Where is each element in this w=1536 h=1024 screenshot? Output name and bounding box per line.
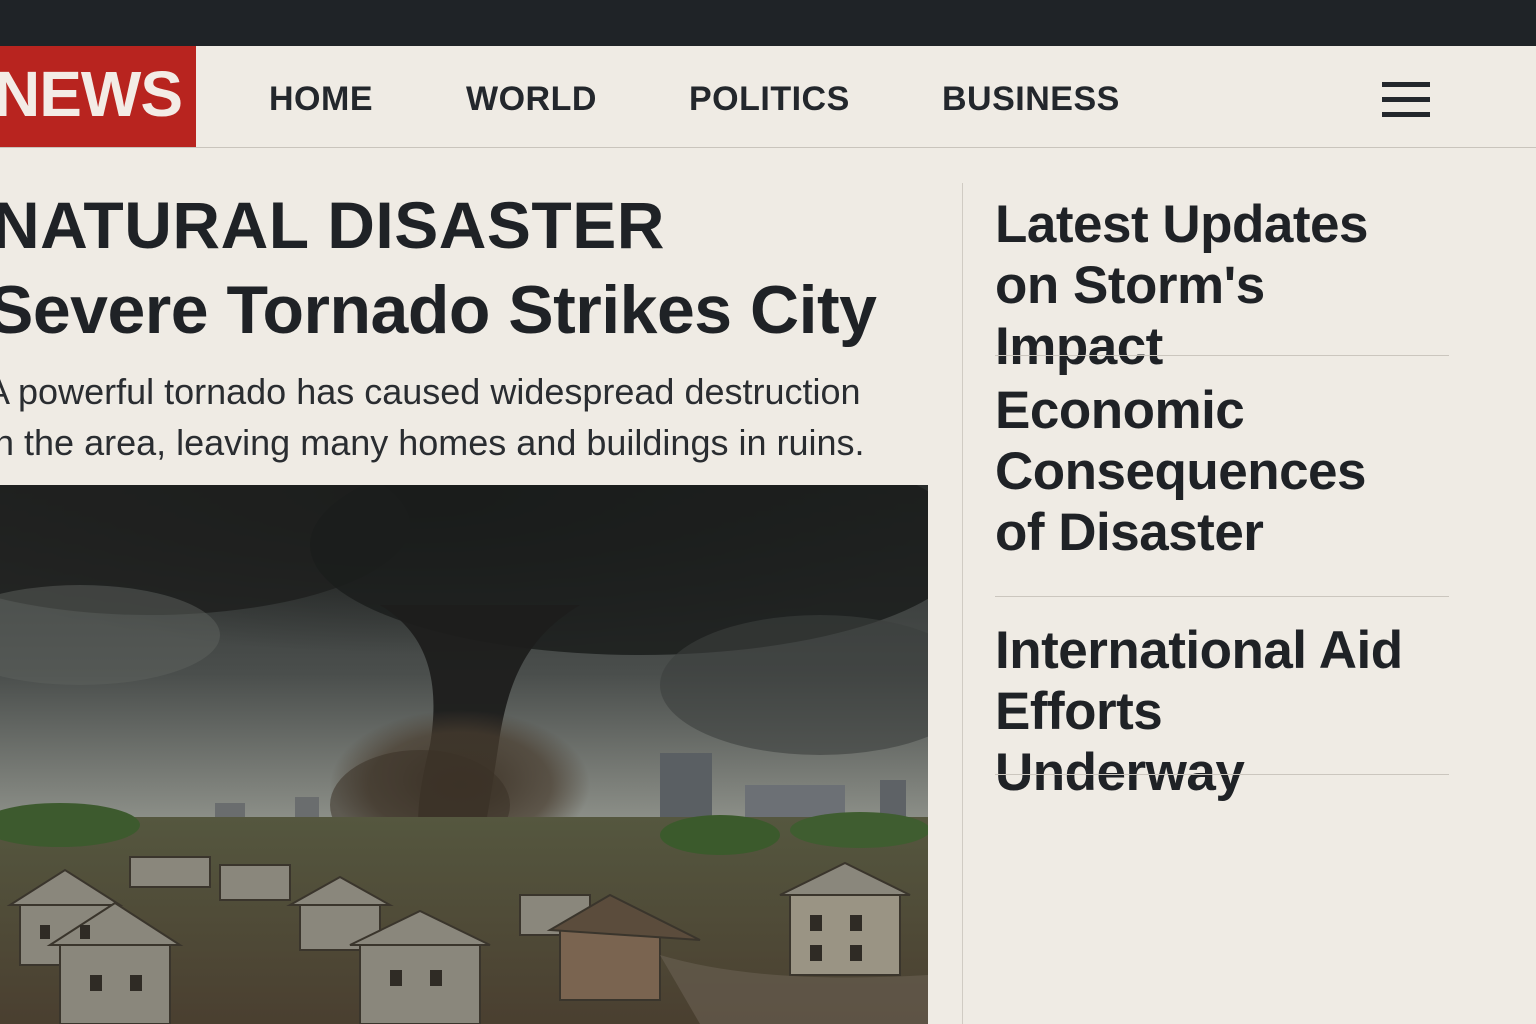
sidebar-story-2[interactable]: Economic Consequences of Disaster bbox=[995, 380, 1449, 563]
divider bbox=[995, 774, 1449, 775]
divider bbox=[995, 596, 1449, 597]
nav-link-home[interactable]: HOME bbox=[269, 82, 373, 116]
site-logo[interactable]: NEWS bbox=[0, 46, 196, 147]
main-article: NATURAL DISASTER Severe Tornado Strikes … bbox=[0, 148, 960, 1024]
browser-top-bar bbox=[0, 0, 1536, 46]
logo-text: NEWS bbox=[0, 58, 183, 130]
nav-link-world[interactable]: WORLD bbox=[466, 82, 597, 116]
column-divider bbox=[962, 183, 963, 1024]
article-kicker: NATURAL DISASTER bbox=[0, 188, 665, 262]
article-summary: A powerful tornado has caused widespread… bbox=[0, 371, 865, 463]
divider bbox=[995, 355, 1449, 356]
nav-link-business[interactable]: BUSINESS bbox=[942, 82, 1120, 116]
sidebar-story-title: Economic Consequences of Disaster bbox=[995, 381, 1367, 562]
hamburger-menu-icon[interactable] bbox=[1382, 82, 1430, 118]
article-headline[interactable]: Severe Tornado Strikes City bbox=[0, 276, 877, 344]
sidebar-story-title: International Aid Efforts Underway bbox=[995, 621, 1403, 802]
sidebar-story-title: Latest Updates on Storm's Impact bbox=[995, 195, 1368, 376]
sidebar-story-3[interactable]: International Aid Efforts Underway bbox=[995, 620, 1449, 803]
sidebar-story-1[interactable]: Latest Updates on Storm's Impact bbox=[995, 194, 1449, 377]
nav-link-politics[interactable]: POLITICS bbox=[689, 82, 850, 116]
site-header: NEWS HOME WORLD POLITICS BUSINESS bbox=[0, 46, 1536, 148]
article-photo[interactable] bbox=[0, 485, 928, 1024]
